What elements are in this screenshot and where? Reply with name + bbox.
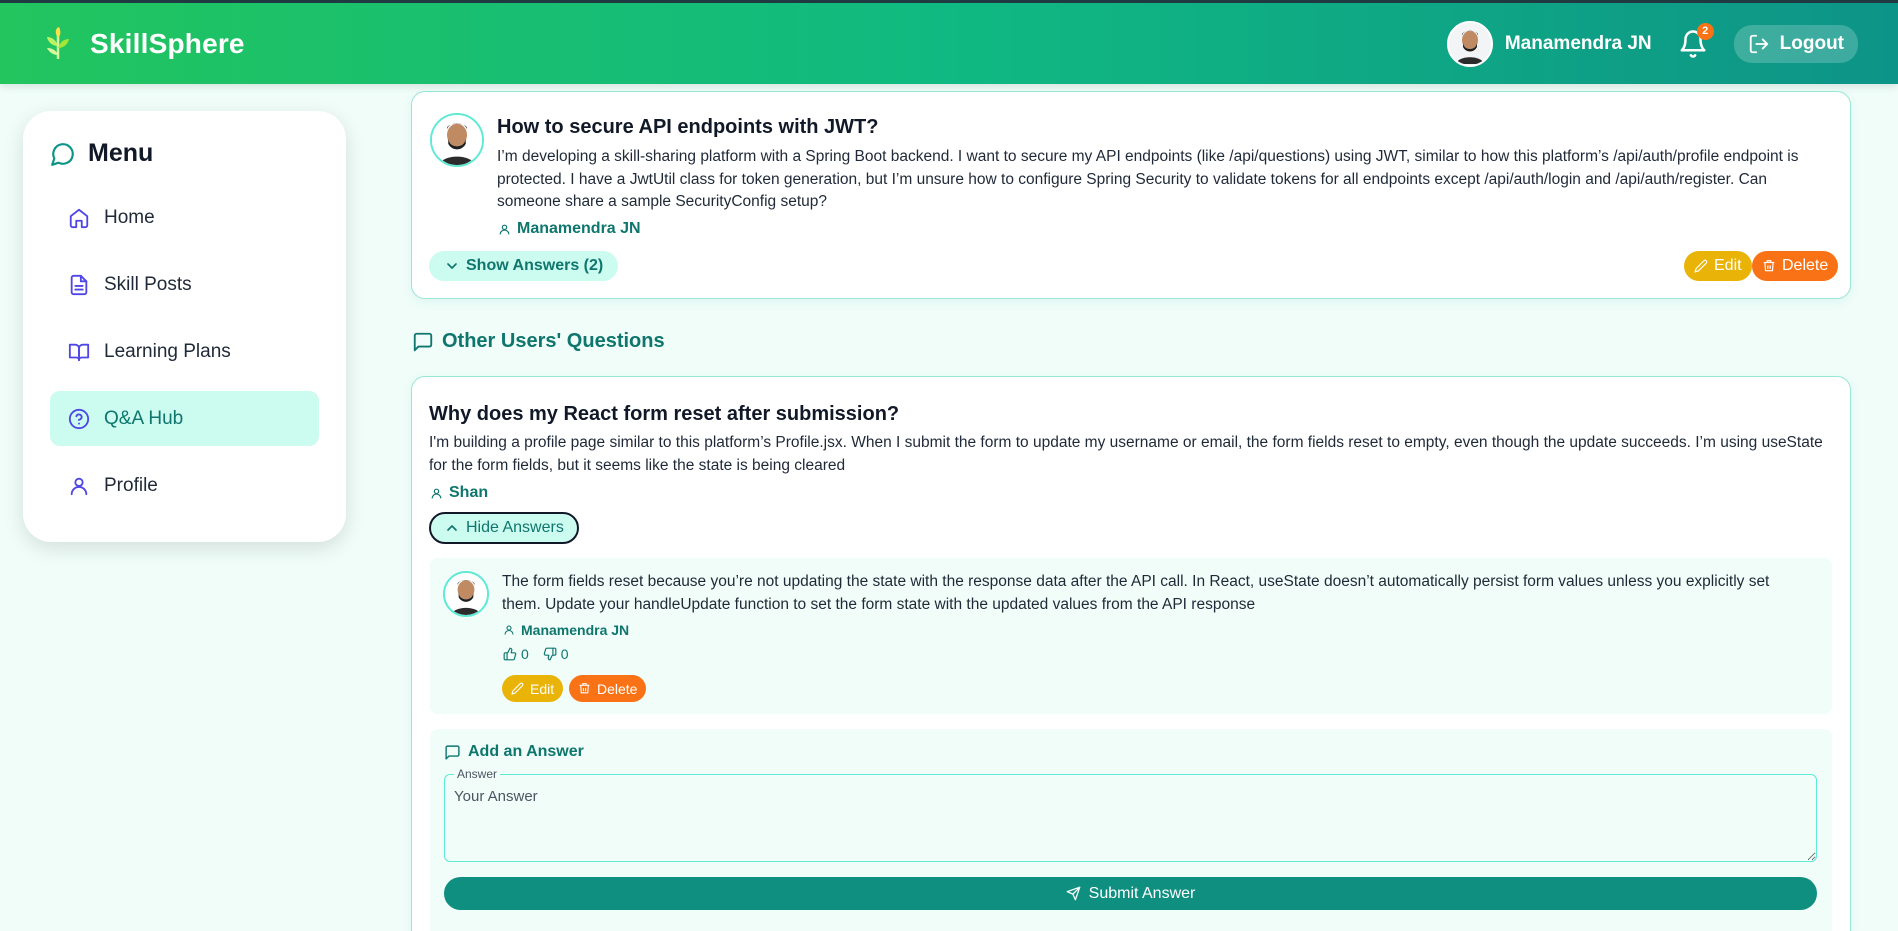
like-button[interactable]: 0	[503, 646, 529, 662]
dislike-count: 0	[560, 646, 569, 662]
home-icon	[69, 208, 89, 228]
avatar	[1446, 20, 1493, 67]
logout-button[interactable]: Logout	[1733, 24, 1858, 63]
question-body: I’m developing a skill-sharing platform …	[497, 148, 1799, 210]
sidebar-item-label: Skill Posts	[104, 273, 192, 295]
avatar	[443, 571, 489, 617]
show-answers-button[interactable]: Show Answers (2)	[429, 251, 619, 281]
pencil-icon	[511, 682, 524, 695]
chevron-down-icon	[447, 263, 457, 269]
message-square-icon	[413, 332, 433, 351]
question-author[interactable]: Manamendra JN	[498, 220, 641, 238]
dislike-button[interactable]: 0	[543, 646, 569, 662]
user-avatar-icon	[1449, 23, 1490, 64]
sidebar-item-profile[interactable]: Profile	[50, 458, 319, 513]
my-question-card: How to secure API endpoints with JWT? I’…	[411, 91, 1851, 299]
section-heading-text: Other Users' Questions	[442, 330, 665, 352]
author-name: Manamendra JN	[517, 220, 641, 237]
like-count: 0	[521, 646, 529, 662]
chevron-up-icon	[447, 525, 457, 531]
submit-answer-label: Submit Answer	[1088, 884, 1196, 902]
trash-icon	[1763, 260, 1775, 272]
sidebar-item-qa-hub[interactable]: Q&A Hub	[50, 391, 319, 446]
menu-title: Menu	[50, 139, 319, 168]
user-avatar-icon	[445, 573, 487, 615]
user-icon	[499, 224, 510, 234]
question-body: I'm building a profile page similar to t…	[429, 434, 1823, 474]
answer-input[interactable]	[444, 774, 1817, 862]
header-user-name: Manamendra JN	[1504, 32, 1652, 54]
answer-item: The form fields reset because you’re not…	[430, 558, 1832, 714]
trash-icon	[579, 683, 590, 694]
sidebar-item-label: Q&A Hub	[104, 407, 184, 429]
question-author[interactable]: Shan	[430, 484, 488, 502]
sidebar-item-label: Home	[104, 206, 155, 228]
app-name: SkillSphere	[90, 27, 245, 59]
answer-edit-button[interactable]: Edit	[502, 675, 564, 702]
notification-badge: 2	[1696, 22, 1714, 40]
add-answer-heading-text: Add an Answer	[468, 743, 584, 760]
sidebar-item-skill-posts[interactable]: Skill Posts	[50, 257, 319, 312]
vote-bar: 0 0	[503, 646, 569, 662]
delete-label: Delete	[597, 680, 638, 697]
sidebar-item-label: Profile	[104, 474, 158, 496]
top-header: SkillSphere Manamendra JN 2 Logout	[0, 0, 1898, 84]
delete-label: Delete	[1782, 257, 1829, 274]
menu-title-text: Menu	[88, 139, 154, 167]
edit-label: Edit	[1714, 257, 1742, 274]
author-name: Manamendra JN	[521, 622, 630, 638]
sidebar: Menu Home Skill Posts Learning Plans Q&A…	[23, 111, 346, 542]
logo[interactable]: SkillSphere	[40, 26, 245, 62]
send-icon	[1066, 886, 1081, 901]
edit-label: Edit	[530, 680, 555, 697]
question-title: How to secure API endpoints with JWT?	[497, 116, 879, 138]
submit-answer-button[interactable]: Submit Answer	[444, 877, 1817, 910]
answer-author[interactable]: Manamendra JN	[503, 622, 629, 638]
edit-button[interactable]: Edit	[1684, 251, 1752, 281]
document-icon	[70, 274, 88, 295]
show-answers-label: Show Answers (2)	[466, 257, 604, 274]
answer-delete-button[interactable]: Delete	[569, 675, 647, 702]
question-circle-icon	[68, 408, 90, 429]
sidebar-item-learning-plans[interactable]: Learning Plans	[50, 324, 319, 379]
sidebar-item-label: Learning Plans	[104, 340, 231, 362]
avatar	[430, 113, 484, 167]
book-open-icon	[68, 343, 90, 361]
answer-body: The form fields reset because you’re not…	[502, 573, 1770, 613]
add-answer-form: Add an Answer Answer Submit Answer	[430, 729, 1832, 931]
other-questions-heading: Other Users' Questions	[412, 330, 665, 353]
hide-answers-label: Hide Answers	[466, 519, 564, 536]
hide-answers-button[interactable]: Hide Answers	[429, 512, 579, 544]
add-answer-heading: Add an Answer	[444, 743, 584, 761]
user-avatar-icon	[432, 115, 482, 165]
sidebar-item-home[interactable]: Home	[50, 190, 319, 245]
logout-label: Logout	[1779, 32, 1844, 54]
leaf-logo-icon	[47, 26, 69, 59]
message-circle-icon	[51, 142, 74, 166]
author-name: Shan	[449, 484, 489, 501]
question-title: Why does my React form reset after submi…	[429, 403, 900, 425]
delete-button[interactable]: Delete	[1752, 251, 1839, 281]
user-chip[interactable]: Manamendra JN	[1446, 20, 1652, 67]
thumbs-down-icon	[543, 647, 557, 661]
pencil-icon	[1694, 259, 1708, 273]
message-square-icon	[445, 744, 460, 760]
logout-icon	[1749, 34, 1768, 53]
user-icon	[431, 488, 442, 498]
user-icon	[504, 625, 514, 635]
notifications-button[interactable]: 2	[1678, 22, 1714, 59]
answer-field-label: Answer	[454, 767, 501, 781]
user-icon	[70, 477, 88, 495]
thumbs-up-icon	[503, 647, 517, 661]
